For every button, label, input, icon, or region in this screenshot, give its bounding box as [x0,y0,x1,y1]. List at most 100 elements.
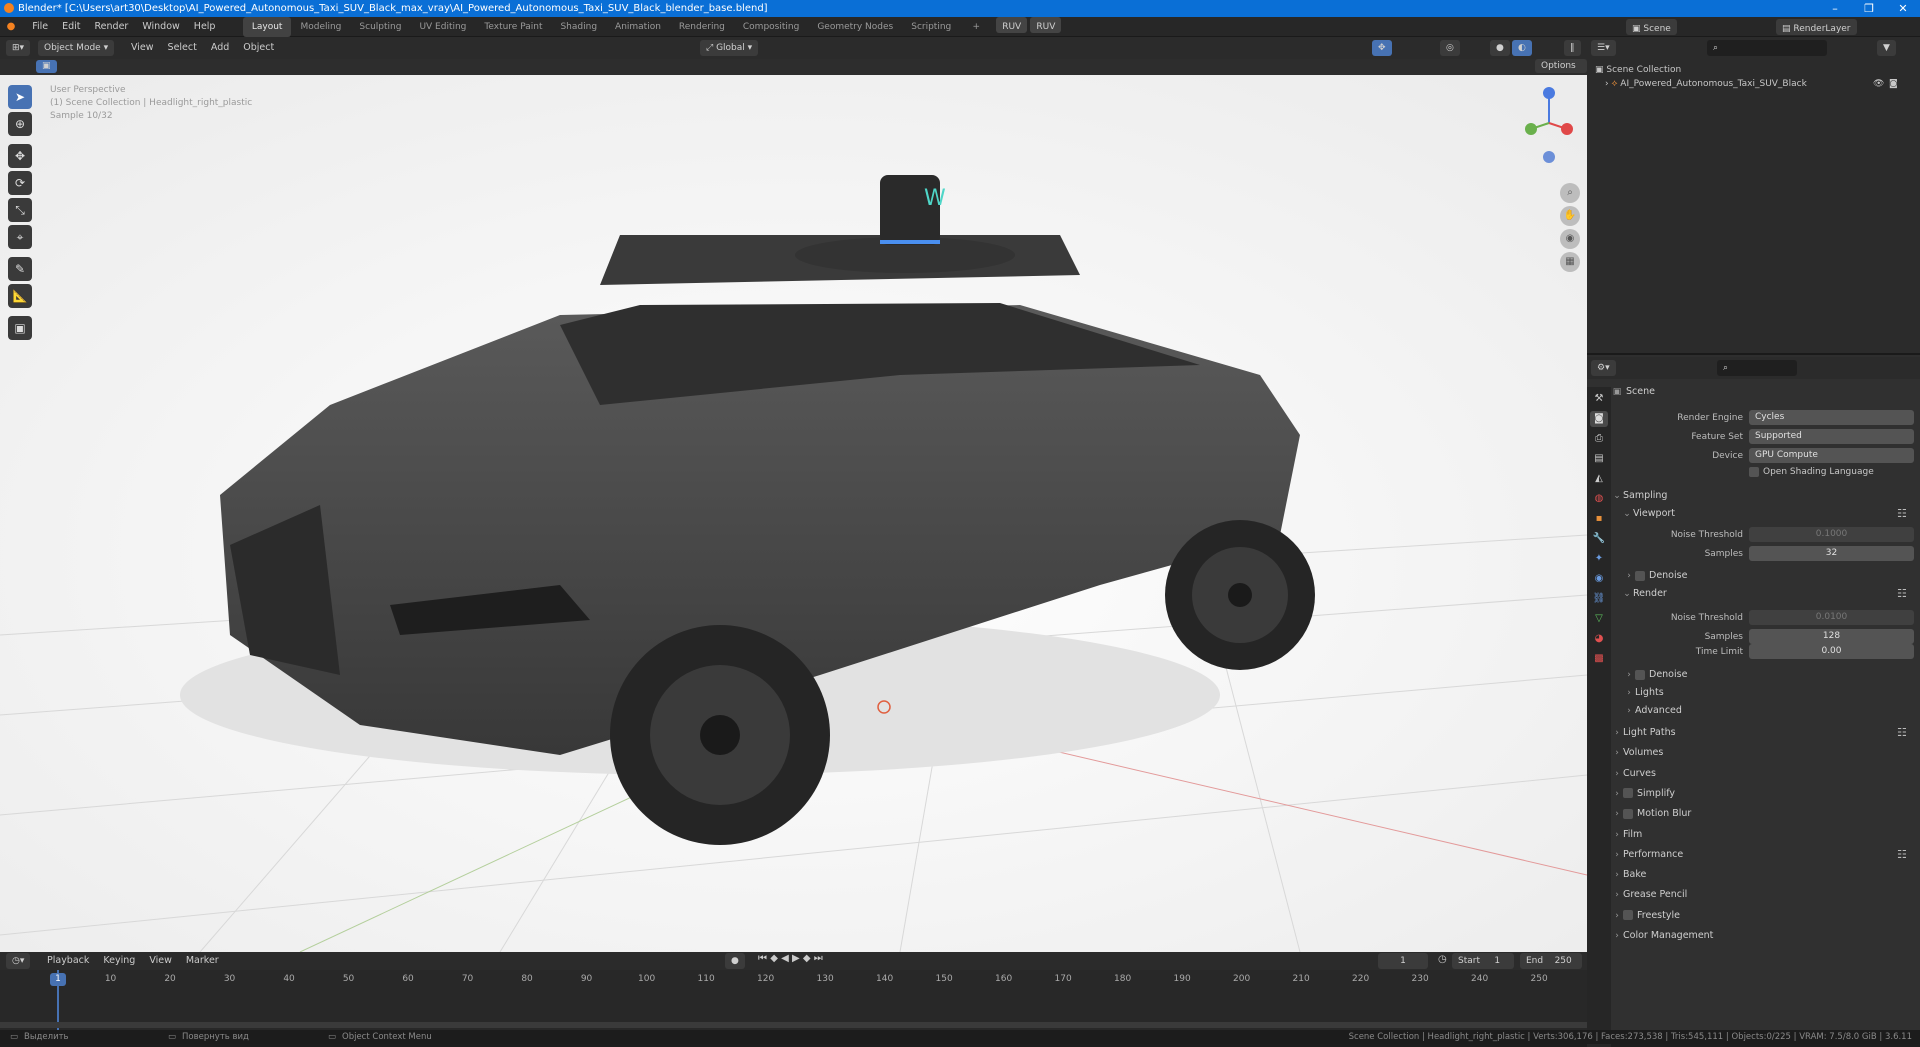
viewport-samples-field[interactable]: 32 [1749,546,1914,561]
panel-volumes[interactable]: › Volumes [1611,744,1917,762]
cursor-tool-icon[interactable]: ⊕ [8,112,32,136]
viewport-menu-object[interactable]: Object [236,42,281,53]
pan-icon[interactable]: ✋ [1560,206,1580,226]
ortho-toggle-icon[interactable]: ▦ [1560,252,1580,272]
3d-viewport[interactable]: ⊞▾ Object Mode ▾ View Select Add Object ⤢ G… [0,37,1587,952]
menu-edit[interactable]: Edit [55,17,87,37]
ruv-button-1[interactable]: RUV [996,17,1028,33]
tab-compositing[interactable]: Compositing [734,17,808,37]
tab-geometry-nodes[interactable]: Geometry Nodes [808,17,902,37]
world-tab-icon[interactable]: ◍ [1590,491,1608,507]
playhead-frame-label[interactable]: 1 [50,973,66,986]
panel-color-management[interactable]: › Color Management [1611,927,1917,945]
lights-panel[interactable]: › Lights [1623,684,1917,702]
device-dropdown[interactable]: GPU Compute [1749,448,1914,463]
physics-tab-icon[interactable]: ◉ [1590,571,1608,587]
view-layer-selector[interactable]: ▤ RenderLayer [1776,19,1857,35]
panel-light-paths[interactable]: › Light Paths ☷ [1611,724,1917,742]
tab-scripting[interactable]: Scripting [902,17,960,37]
panel-presets-icon[interactable]: ☷ [1897,724,1909,742]
minimize-button[interactable]: – [1818,0,1852,17]
add-cube-tool-icon[interactable]: ▣ [8,316,32,340]
texture-tab-icon[interactable]: ▩ [1590,651,1608,667]
tab-modeling[interactable]: Modeling [291,17,350,37]
menu-file[interactable]: File [25,17,55,37]
blender-menu-icon[interactable]: ● [0,17,22,37]
tab-rendering[interactable]: Rendering [670,17,734,37]
render-samples-field[interactable]: 128 [1749,629,1914,644]
advanced-panel[interactable]: › Advanced [1623,702,1917,720]
render-engine-dropdown[interactable]: Cycles [1749,410,1914,425]
panel-motion-blur[interactable]: › Motion Blur [1611,805,1917,823]
properties-editor-icon[interactable]: ⚙▾ [1591,360,1616,376]
panel-curves[interactable]: › Curves [1611,765,1917,783]
view-layer-tab-icon[interactable]: ▤ [1590,451,1608,467]
tab-layout[interactable]: Layout [242,17,292,37]
feature-set-dropdown[interactable]: Supported [1749,429,1914,444]
data-tab-icon[interactable]: ▽ [1590,611,1608,627]
panel-simplify[interactable]: › Simplify [1611,785,1917,803]
overlay-toggle-icon[interactable]: ◎ [1440,40,1460,56]
osl-checkbox[interactable]: Open Shading Language [1749,463,1874,481]
panel-enable-checkbox[interactable] [1623,910,1633,921]
add-workspace-icon[interactable]: + [963,17,989,37]
tab-texture-paint[interactable]: Texture Paint [475,17,551,37]
render-presets-icon[interactable]: ☷ [1897,585,1909,603]
render-camera-icon[interactable]: ◙ [1889,77,1898,91]
tab-shading[interactable]: Shading [551,17,606,37]
tool-tab-icon[interactable]: ⚒ [1590,391,1608,407]
shading-rendered-icon[interactable]: ◐ [1512,40,1532,56]
object-row[interactable]: › ⟡ AI_Powered_Autonomous_Taxi_SUV_Black… [1595,77,1898,91]
gizmo-toggle-icon[interactable]: ✥ [1372,40,1392,56]
menu-render[interactable]: Render [88,17,136,37]
measure-tool-icon[interactable]: 📐 [8,284,32,308]
ruv-button-2[interactable]: RUV [1030,17,1062,33]
orientation-selector[interactable]: ⤢ Global ▾ [700,40,759,56]
outliner-filter-icon[interactable]: ▼ [1877,40,1896,56]
outliner-search-icon[interactable]: ⌕ [1707,40,1827,56]
outliner-editor-icon[interactable]: ☰▾ [1591,40,1616,56]
pause-render-icon[interactable]: ‖ [1564,40,1581,56]
rotate-tool-icon[interactable]: ⟳ [8,171,32,195]
render-tab-icon[interactable]: ◙ [1590,411,1608,427]
transform-tool-icon[interactable]: ⌖ [8,225,32,249]
camera-view-icon[interactable]: ◉ [1560,229,1580,249]
viewport-menu-view[interactable]: View [124,42,161,53]
properties-search-icon[interactable]: ⌕ [1717,360,1797,376]
material-tab-icon[interactable]: ◕ [1590,631,1608,647]
particles-tab-icon[interactable]: ✦ [1590,551,1608,567]
tab-animation[interactable]: Animation [606,17,670,37]
annotate-tool-icon[interactable]: ✎ [8,257,32,281]
tab-sculpting[interactable]: Sculpting [350,17,410,37]
tab-uv-editing[interactable]: UV Editing [410,17,475,37]
visibility-eye-icon[interactable]: 👁 [1873,77,1884,91]
menu-window[interactable]: Window [135,17,186,37]
object-tab-icon[interactable]: ▪ [1590,511,1608,527]
time-limit-field[interactable]: 0.00 [1749,644,1914,659]
panel-bake[interactable]: › Bake [1611,866,1917,884]
render-denoise-panel[interactable]: › Denoise [1623,666,1917,684]
viewport-subpanel[interactable]: ⌄ Viewport ☷ [1621,505,1917,523]
output-tab-icon[interactable]: ⎙ [1590,431,1608,447]
viewport-presets-icon[interactable]: ☷ [1897,505,1909,523]
select-tool-icon[interactable]: ➤ [8,85,32,109]
constraints-tab-icon[interactable]: ⛓ [1590,591,1608,607]
render-subpanel[interactable]: ⌄ Render ☷ [1621,585,1917,603]
viewport-denoise-panel[interactable]: › Denoise [1623,567,1917,585]
navigation-gizmo[interactable] [1515,83,1575,173]
sampling-panel[interactable]: ⌄ Sampling [1611,487,1917,505]
scale-tool-icon[interactable]: ⤡ [8,198,32,222]
scene-selector[interactable]: ▣ Scene [1626,19,1677,35]
panel-freestyle[interactable]: › Freestyle [1611,907,1917,925]
render-noise-field[interactable]: 0.0100 [1749,610,1914,625]
scene-tab-icon[interactable]: ◭ [1590,471,1608,487]
mode-selector[interactable]: Object Mode ▾ [38,40,115,56]
timeline-scrollbar[interactable] [0,1022,1587,1028]
maximize-button[interactable]: ❐ [1852,0,1886,17]
editor-type-icon[interactable]: ⊞▾ [6,40,31,56]
panel-grease-pencil[interactable]: › Grease Pencil [1611,886,1917,904]
shading-solid-icon[interactable]: ● [1490,40,1510,56]
timeline-ruler[interactable]: 1102030405060708090100110120130140150160… [0,952,1587,1030]
options-button[interactable]: Options ▾ [1535,59,1587,85]
scene-collection-row[interactable]: ▣ Scene Collection [1595,63,1807,77]
